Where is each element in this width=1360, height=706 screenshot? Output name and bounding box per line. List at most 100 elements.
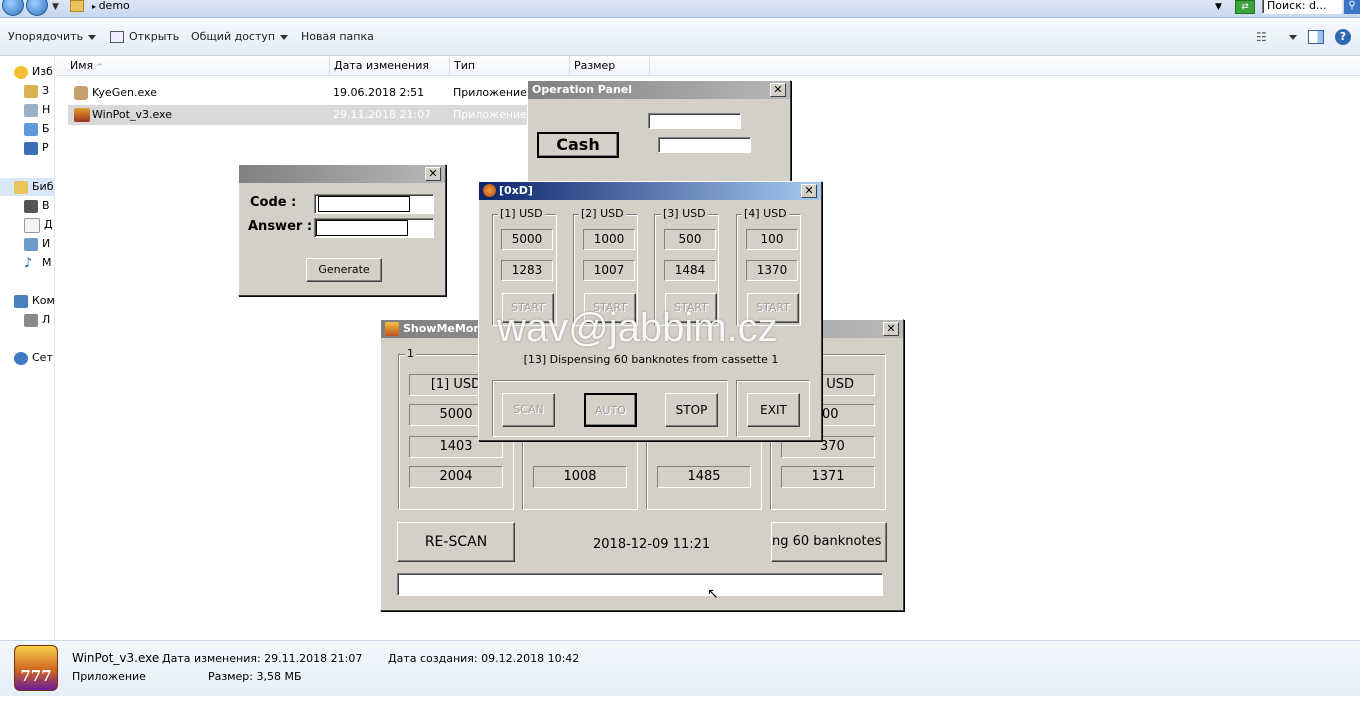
nav-item-downloads[interactable]: З: [24, 83, 49, 99]
winpot-large-icon: 777: [14, 645, 58, 691]
oxd-app-icon: [483, 184, 496, 197]
close-icon[interactable]: ✕: [801, 184, 817, 198]
file-type: Приложение: [453, 108, 527, 121]
winpot-app-icon: [74, 108, 90, 122]
scan-button[interactable]: SCAN: [502, 393, 555, 427]
breadcrumb[interactable]: ▸ demo: [92, 0, 130, 12]
open-label: Открыть: [129, 30, 180, 43]
column-header-name[interactable]: Имя ^: [56, 56, 330, 76]
cassette-count: 1283: [501, 260, 553, 281]
new-folder-label: Новая папка: [301, 30, 374, 43]
breadcrumb-demo[interactable]: demo: [99, 0, 130, 12]
column-label: Тип: [454, 59, 476, 72]
address-dropdown-icon[interactable]: ▼: [1215, 2, 1222, 12]
preview-pane-icon[interactable]: [1308, 30, 1324, 44]
back-button[interactable]: [2, 0, 24, 16]
dispense-log-button[interactable]: ng 60 banknotes fro: [771, 522, 887, 562]
nav-item-video[interactable]: В: [24, 198, 50, 214]
close-icon[interactable]: ✕: [883, 322, 899, 336]
music-icon: ♪: [24, 255, 33, 271]
column-header-size[interactable]: Размер: [570, 56, 650, 76]
nav-label: Р: [42, 141, 49, 154]
column-header-date[interactable]: Дата изменения: [330, 56, 450, 76]
refresh-icon[interactable]: ⇄: [1235, 0, 1255, 14]
details-created: Дата создания: 09.12.2018 10:42: [388, 652, 579, 665]
details-label: Размер:: [208, 670, 253, 683]
column-label: Дата изменения: [334, 59, 429, 72]
cassette-denomination: 1000: [583, 229, 635, 250]
log-input[interactable]: [397, 573, 883, 596]
nav-label: З: [42, 84, 50, 97]
mouse-cursor-icon: ↖: [707, 586, 719, 602]
nav-item-network[interactable]: Сет: [14, 350, 53, 366]
file-row-winpot[interactable]: WinPot_v3.exe 29.11.2018 21:07 Приложени…: [68, 105, 530, 125]
operation-panel-titlebar[interactable]: Operation Panel: [528, 81, 790, 99]
nav-label: Ком: [32, 294, 55, 307]
answer-label: Answer :: [248, 219, 313, 234]
organize-button[interactable]: Упорядочить: [8, 28, 97, 46]
nav-label: М: [42, 256, 52, 269]
library-icon: [24, 122, 38, 136]
nav-item-favorites[interactable]: Изб: [14, 64, 53, 80]
close-icon[interactable]: ✕: [425, 167, 441, 181]
view-dropdown-icon[interactable]: [1284, 28, 1297, 46]
generate-label: Generate: [318, 263, 370, 276]
generate-button[interactable]: Generate: [306, 258, 382, 282]
nav-item-pictures[interactable]: И: [24, 236, 50, 252]
cassette-denomination: 5000: [501, 229, 553, 250]
share-button[interactable]: Общий доступ: [191, 28, 289, 46]
rescan-button[interactable]: RE-SCAN: [397, 522, 515, 562]
cassette-label: [3] USD: [661, 207, 708, 220]
nav-item-libraries-b[interactable]: Б: [24, 121, 50, 137]
new-folder-button[interactable]: Новая папка: [301, 28, 374, 46]
details-modified: Дата изменения: 29.11.2018 21:07: [162, 652, 362, 665]
cassette-remaining: 1371: [781, 466, 875, 488]
group-label: 1: [405, 347, 416, 360]
keygen-titlebar[interactable]: [239, 165, 445, 183]
address-bar: ▼ ▸ demo ▼ ⇄ Поиск: d... ⚲: [0, 0, 1360, 18]
desktop-icon: [24, 141, 38, 155]
nav-item-documents[interactable]: Д: [24, 217, 53, 233]
folder-icon: [70, 0, 84, 12]
file-date: 19.06.2018 2:51: [333, 86, 425, 99]
help-icon[interactable]: ?: [1335, 29, 1351, 45]
operation-input-2[interactable]: [658, 137, 751, 153]
star-icon: [14, 65, 28, 79]
nav-label: И: [42, 237, 51, 250]
auto-label: AUTO: [595, 404, 626, 417]
scan-label: SCAN: [513, 403, 544, 416]
recent-places-icon: [24, 103, 38, 117]
stop-button[interactable]: STOP: [665, 393, 718, 427]
exit-button[interactable]: EXIT: [747, 393, 800, 427]
cassette-label: [4] USD: [742, 207, 789, 220]
view-options-icon[interactable]: ☷: [1256, 28, 1267, 46]
file-row-kyegen[interactable]: KyeGen.exe 19.06.2018 2:51 Приложение: [70, 83, 530, 103]
nav-item-drive[interactable]: Л: [24, 312, 50, 328]
forward-button[interactable]: [26, 0, 48, 16]
rescan-label: RE-SCAN: [424, 534, 488, 550]
open-icon: [110, 31, 124, 43]
cassette-count: 1007: [583, 260, 635, 281]
operation-input-1[interactable]: [648, 113, 741, 129]
nav-item-recent[interactable]: Н: [24, 102, 50, 118]
chevron-down-icon: [280, 34, 289, 40]
nav-item-computer[interactable]: Ком: [14, 293, 55, 309]
nav-item-libraries[interactable]: Биб: [14, 179, 53, 195]
details-value: 09.12.2018 10:42: [481, 652, 580, 665]
auto-button[interactable]: AUTO: [584, 393, 637, 427]
search-input[interactable]: Поиск: d...: [1262, 0, 1342, 14]
close-icon[interactable]: ✕: [770, 83, 786, 97]
window-title: ShowMeMone: [403, 322, 489, 335]
search-icon[interactable]: ⚲: [1344, 0, 1360, 14]
column-header-type[interactable]: Тип: [450, 56, 570, 76]
nav-label: В: [42, 199, 50, 212]
column-label: Размер: [574, 59, 616, 72]
nav-item-desktop[interactable]: Р: [24, 140, 49, 156]
oxd-titlebar[interactable]: [0xD]: [479, 182, 821, 200]
cash-button[interactable]: Cash: [537, 132, 619, 158]
code-input-inner: [318, 196, 410, 212]
history-dropdown-icon[interactable]: ▼: [52, 2, 59, 12]
open-button[interactable]: Открыть: [110, 28, 179, 46]
nav-item-music[interactable]: ♪ М: [24, 255, 52, 271]
datetime-display: 2018-12-09 11:21: [593, 537, 711, 552]
